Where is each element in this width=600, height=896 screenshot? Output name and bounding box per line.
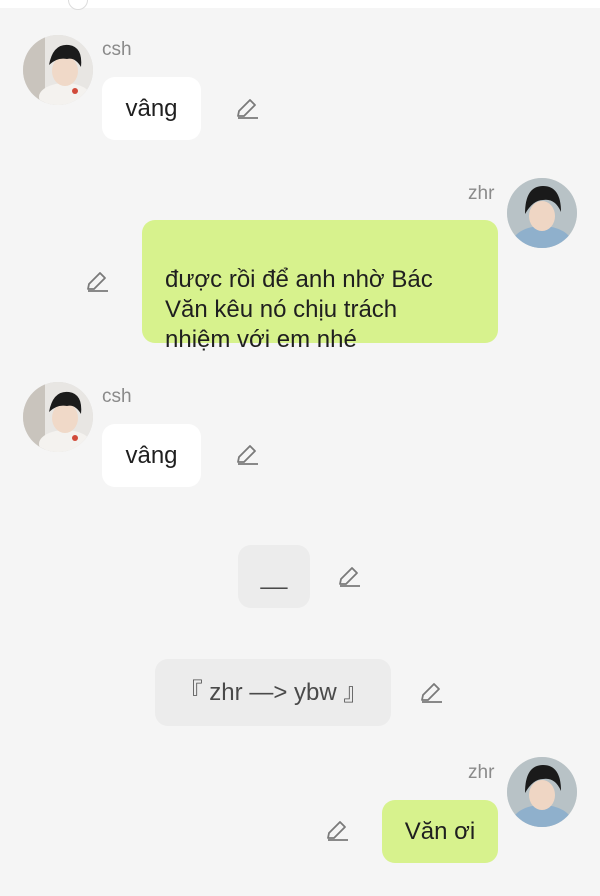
pencil-edit-icon[interactable]: [324, 818, 350, 844]
sender-name: zhr: [468, 183, 495, 204]
avatar-zhr[interactable]: [507, 757, 577, 827]
avatar-zhr[interactable]: [507, 178, 577, 248]
top-bar: [0, 0, 600, 10]
message-bubble[interactable]: vâng: [102, 77, 201, 140]
pencil-edit-icon[interactable]: [418, 680, 444, 706]
top-bar-control[interactable]: [68, 0, 88, 10]
message-text: vâng: [125, 94, 178, 122]
pencil-edit-icon[interactable]: [336, 564, 362, 590]
message-text: được rồi để anh nhờ Bác Văn kêu nó chịu …: [165, 266, 433, 353]
sender-name: csh: [102, 386, 132, 407]
avatar-csh[interactable]: [23, 382, 93, 452]
avatar-csh[interactable]: [23, 35, 93, 105]
message-text: Văn ơi: [404, 817, 476, 845]
message-bubble[interactable]: Văn ơi: [382, 800, 498, 863]
pencil-edit-icon[interactable]: [234, 96, 260, 122]
message-bubble[interactable]: được rồi để anh nhờ Bác Văn kêu nó chịu …: [142, 220, 498, 353]
sender-name: zhr: [468, 762, 495, 783]
narration-text: __: [260, 562, 288, 590]
sender-name: csh: [102, 39, 132, 60]
pencil-edit-icon[interactable]: [234, 442, 260, 468]
pencil-edit-icon[interactable]: [84, 269, 110, 295]
message-text: vâng: [125, 441, 178, 469]
message-bubble[interactable]: vâng: [102, 424, 201, 487]
narration-text: 『 zhr —> ybw 』: [178, 678, 368, 706]
narration-bubble[interactable]: 『 zhr —> ybw 』: [155, 659, 391, 726]
narration-bubble[interactable]: __: [238, 545, 310, 608]
